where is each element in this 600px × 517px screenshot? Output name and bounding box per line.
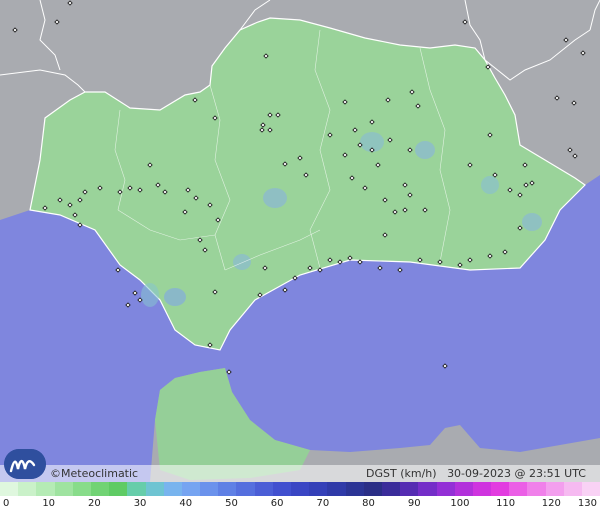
color-scale-bar xyxy=(0,482,600,496)
copyright-symbol: © xyxy=(50,467,61,480)
scale-labels: 0 10 20 30 40 50 60 70 80 90 100 110 120 130 xyxy=(0,498,600,514)
scale-swatch xyxy=(72,482,91,496)
scale-swatch xyxy=(163,482,182,496)
scale-swatch xyxy=(0,482,19,496)
scale-swatch xyxy=(127,482,146,496)
scale-swatch xyxy=(309,482,328,496)
scale-swatch xyxy=(454,482,473,496)
scale-tick-50: 50 xyxy=(225,498,238,509)
scale-tick-60: 60 xyxy=(270,498,284,509)
map-caption: DGST (km/h) 30-09-2023 @ 23:51 UTC xyxy=(366,465,586,482)
color-legend: 0 10 20 30 40 50 60 70 80 90 100 110 120 130 xyxy=(0,482,600,517)
scale-tick-110: 110 xyxy=(496,498,516,509)
scale-tick-20: 20 xyxy=(88,498,101,509)
scale-swatch xyxy=(272,482,291,496)
scale-tick-130: 130 xyxy=(577,498,597,509)
scale-swatch xyxy=(54,482,73,496)
scale-swatch xyxy=(90,482,110,496)
scale-swatch xyxy=(472,482,492,496)
scale-swatch xyxy=(527,482,546,496)
scale-swatch xyxy=(582,482,600,496)
info-bar: ©Meteoclimatic DGST (km/h) 30-09-2023 @ … xyxy=(0,465,600,482)
gust-map xyxy=(0,0,600,482)
scale-swatch xyxy=(109,482,128,496)
scale-swatch xyxy=(200,482,219,496)
scale-tick-70: 70 xyxy=(316,498,330,509)
credit: ©Meteoclimatic xyxy=(50,465,138,482)
scale-swatch xyxy=(36,482,55,496)
scale-tick-120: 120 xyxy=(541,498,561,509)
variable-label: DGST (km/h) xyxy=(366,467,437,480)
timestamp: 30-09-2023 @ 23:51 UTC xyxy=(447,467,586,480)
scale-swatch xyxy=(509,482,528,496)
scale-swatch xyxy=(236,482,255,496)
scale-swatch xyxy=(181,482,201,496)
scale-swatch xyxy=(436,482,455,496)
scale-swatch xyxy=(400,482,419,496)
meteoclimatic-logo xyxy=(4,449,46,479)
scale-swatch xyxy=(145,482,164,496)
scale-swatch xyxy=(418,482,437,496)
scale-tick-10: 10 xyxy=(42,498,56,509)
scale-tick-0: 0 xyxy=(3,498,10,509)
scale-swatch xyxy=(363,482,382,496)
scale-swatch xyxy=(291,482,310,496)
scale-swatch xyxy=(381,482,401,496)
scale-swatch xyxy=(18,482,37,496)
scale-tick-30: 30 xyxy=(133,498,147,509)
scale-tick-40: 40 xyxy=(179,498,193,509)
scale-swatch xyxy=(218,482,237,496)
scale-tick-90: 90 xyxy=(407,498,421,509)
scale-swatch xyxy=(563,482,582,496)
scale-tick-80: 80 xyxy=(362,498,375,509)
scale-swatch xyxy=(327,482,346,496)
scale-swatch xyxy=(254,482,273,496)
scale-swatch xyxy=(545,482,564,496)
scale-swatch xyxy=(345,482,364,496)
scale-swatch xyxy=(491,482,510,496)
brand-name: Meteoclimatic xyxy=(61,467,139,480)
scale-tick-100: 100 xyxy=(450,498,470,509)
